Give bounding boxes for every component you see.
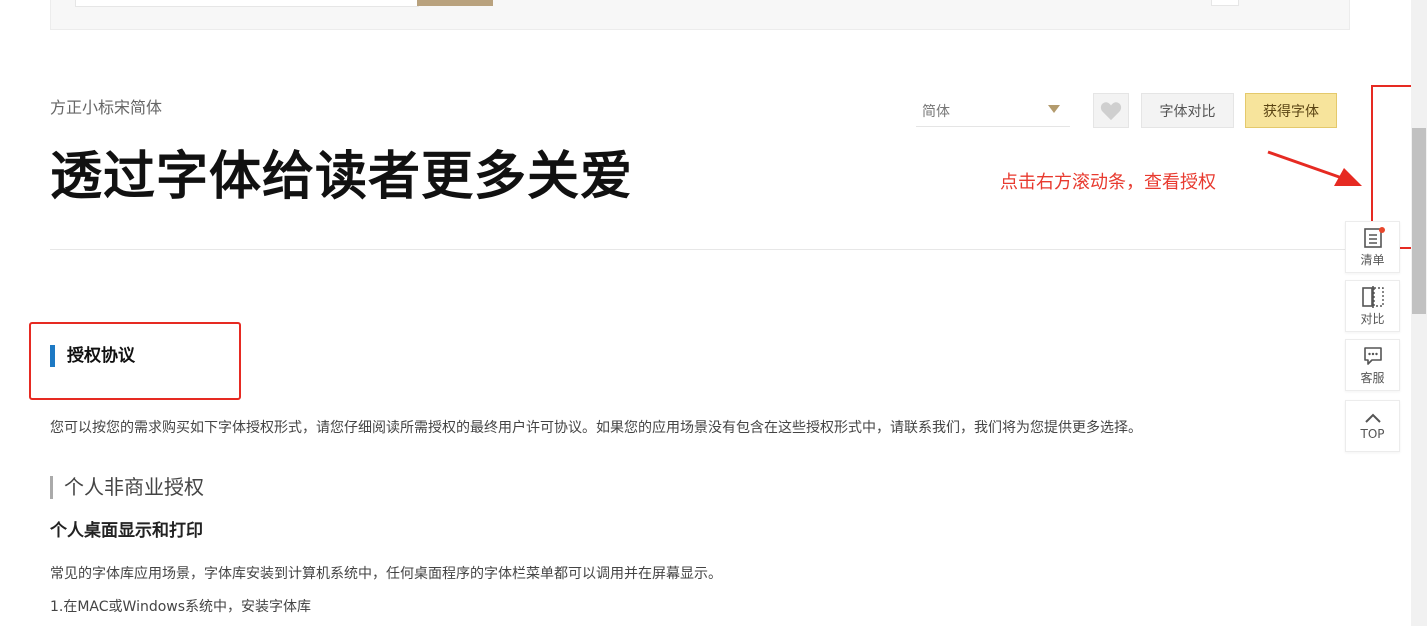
top-search-band: [50, 0, 1350, 30]
chevron-up-icon: [1364, 413, 1381, 423]
license-subsection-title: 个人非商业授权: [64, 475, 204, 499]
variant-select-value: 简体: [922, 104, 950, 120]
annotation-arrow-icon: [1267, 150, 1362, 186]
subsection-marker: [50, 476, 53, 499]
back-to-top-button[interactable]: TOP: [1345, 400, 1400, 452]
back-to-top-label: TOP: [1360, 427, 1385, 441]
license-item-title: 个人桌面显示和打印: [50, 521, 203, 541]
license-section-title: 授权协议: [67, 346, 135, 366]
side-list-button[interactable]: 清单: [1345, 221, 1400, 273]
section-marker: [50, 345, 55, 367]
favorite-button[interactable]: [1093, 93, 1129, 128]
license-item-step: 1.在MAC或Windows系统中，安装字体库: [50, 599, 312, 615]
annotation-box-section: [29, 322, 241, 400]
side-compare-label: 对比: [1360, 311, 1385, 326]
annotation-hint: 点击右方滚动条，查看授权: [1000, 172, 1216, 193]
license-intro: 您可以按您的需求购买如下字体授权形式，请您仔细阅读所需授权的最终用户许可协议。如…: [50, 420, 1142, 436]
side-service-button[interactable]: 客服: [1345, 339, 1400, 391]
license-item-desc: 常见的字体库应用场景，字体库安装到计算机系统中，任何桌面程序的字体栏菜单都可以调…: [50, 566, 722, 582]
search-button[interactable]: [417, 0, 493, 6]
chat-icon: [1363, 346, 1382, 365]
header-divider: [50, 249, 1350, 250]
top-mini-control[interactable]: [1211, 0, 1239, 6]
side-service-label: 客服: [1360, 370, 1385, 385]
font-name: 方正小标宋简体: [50, 98, 163, 117]
search-input[interactable]: [75, 0, 419, 7]
side-compare-button[interactable]: 对比: [1345, 280, 1400, 332]
caret-down-icon: [1048, 105, 1060, 113]
get-font-button[interactable]: 获得字体: [1245, 93, 1337, 128]
variant-select[interactable]: 简体: [916, 94, 1070, 127]
side-list-label: 清单: [1360, 252, 1385, 267]
font-sample-text: 透过字体给读者更多关爱: [50, 146, 634, 207]
font-compare-button[interactable]: 字体对比: [1141, 93, 1234, 128]
notification-dot: [1379, 227, 1385, 233]
compare-icon: [1361, 285, 1384, 308]
heart-icon: [1100, 101, 1122, 120]
scrollbar-thumb[interactable]: [1412, 128, 1426, 314]
